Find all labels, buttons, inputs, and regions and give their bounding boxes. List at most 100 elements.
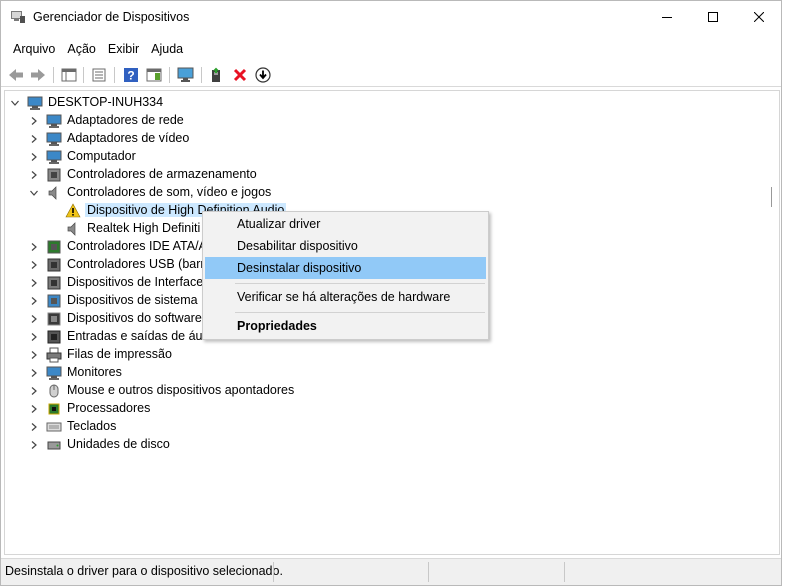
chevron-right-icon[interactable]: [29, 332, 39, 342]
tree-category-item[interactable]: Monitores: [5, 364, 775, 382]
action-pane-button[interactable]: [144, 66, 164, 84]
speaker-icon: [48, 186, 57, 200]
menu-properties[interactable]: Propriedades: [205, 315, 486, 337]
tree-item-label: Computador: [67, 149, 136, 163]
speaker-icon: [67, 222, 76, 236]
audio-io-icon: [47, 330, 61, 344]
chevron-right-icon[interactable]: [29, 134, 39, 144]
processor-icon: [48, 403, 60, 415]
chevron-right-icon[interactable]: [29, 314, 39, 324]
chevron-right-icon[interactable]: [29, 440, 39, 450]
tree-item-label: Entradas e saídas de áudio: [67, 329, 220, 343]
tree-category-item[interactable]: Processadores: [5, 400, 775, 418]
maximize-icon: [708, 12, 718, 22]
chevron-right-icon[interactable]: [29, 422, 39, 432]
tree-category-item[interactable]: Unidades de disco: [5, 436, 775, 454]
tree-item-label: Controladores USB (barra: [67, 257, 212, 271]
usb-icon: [47, 258, 61, 272]
update-driver-button[interactable]: [207, 66, 227, 84]
chevron-right-icon[interactable]: [29, 170, 39, 180]
maximize-button[interactable]: [690, 1, 736, 33]
forward-icon: [31, 69, 45, 81]
tree-category-item[interactable]: Controladores de som, vídeo e jogos: [5, 184, 775, 202]
tree-root[interactable]: DESKTOP-INUH334: [5, 94, 405, 112]
tree-item-label: Unidades de disco: [67, 437, 170, 451]
chevron-down-icon[interactable]: [29, 188, 39, 198]
enable-device-button[interactable]: [253, 66, 273, 84]
chevron-right-icon[interactable]: [29, 404, 39, 414]
tree-item-label: Mouse e outros dispositivos apontadores: [67, 383, 295, 397]
uninstall-device-button[interactable]: [230, 66, 250, 84]
back-button[interactable]: [6, 66, 26, 84]
back-icon: [9, 69, 23, 81]
chevron-right-icon[interactable]: [29, 368, 39, 378]
menu-ajuda[interactable]: Ajuda: [145, 39, 189, 61]
show-hide-console-tree-button[interactable]: [59, 66, 79, 84]
menu-disable-device[interactable]: Desabilitar dispositivo: [205, 235, 486, 257]
status-text: Desinstala o driver para o dispositivo s…: [5, 564, 283, 578]
scan-hardware-button[interactable]: [176, 66, 196, 84]
tree-category-item[interactable]: Computador: [5, 148, 775, 166]
computer-icon: [27, 96, 43, 110]
display-adapter-icon: [46, 132, 62, 146]
chevron-right-icon[interactable]: [29, 242, 39, 252]
close-icon: [754, 12, 764, 22]
menu-separator: [235, 312, 485, 313]
tree-item-label: Adaptadores de vídeo: [67, 131, 190, 145]
tree-item-label: Dispositivos de sistema: [67, 293, 198, 307]
forward-button[interactable]: [28, 66, 48, 84]
tree-category-item[interactable]: Controladores de armazenamento: [5, 166, 775, 184]
chevron-down-icon[interactable]: [10, 98, 20, 108]
close-button[interactable]: [736, 1, 782, 33]
menu-scan-hardware-changes[interactable]: Verificar se há alterações de hardware: [205, 286, 486, 308]
tree-category-item[interactable]: Filas de impressão: [5, 346, 775, 364]
warning-icon: [65, 203, 81, 218]
device-manager-app-icon: [11, 11, 25, 23]
printer-icon: [46, 347, 62, 363]
chevron-right-icon[interactable]: [29, 386, 39, 396]
list-view-button[interactable]: [89, 66, 109, 84]
list-icon: [92, 68, 106, 82]
minimize-button[interactable]: [644, 1, 690, 33]
monitor-icon: [177, 67, 194, 82]
context-menu: Atualizar driver Desabilitar dispositivo…: [202, 211, 489, 340]
tree-category-item[interactable]: Teclados: [5, 418, 775, 436]
title-bar[interactable]: Gerenciador de Dispositivos: [1, 1, 781, 33]
minimize-icon: [662, 17, 672, 18]
menu-update-driver[interactable]: Atualizar driver: [205, 213, 486, 235]
menu-uninstall-device[interactable]: Desinstalar dispositivo: [205, 257, 486, 279]
menu-acao[interactable]: Ação: [61, 39, 102, 61]
tree-item-label: Controladores IDE ATA/AT: [67, 239, 214, 253]
tree-item-label: Filas de impressão: [67, 347, 172, 361]
menu-separator: [235, 283, 485, 284]
help-button[interactable]: ?: [121, 66, 141, 84]
chevron-right-icon[interactable]: [29, 152, 39, 162]
tree-root-label: DESKTOP-INUH334: [48, 95, 164, 109]
chevron-right-icon[interactable]: [29, 116, 39, 126]
storage-controller-icon: [47, 168, 61, 182]
uninstall-icon: [233, 68, 247, 82]
tree-item-label: Realtek High Definiti: [87, 221, 201, 235]
svg-text:?: ?: [127, 69, 134, 83]
hid-icon: [47, 276, 61, 290]
chevron-right-icon[interactable]: [29, 296, 39, 306]
chevron-right-icon[interactable]: [29, 260, 39, 270]
tree-item-label: Dispositivos do software: [67, 311, 202, 325]
tree-category-item[interactable]: Adaptadores de vídeo: [5, 130, 775, 148]
tree-item-label: Adaptadores de rede: [67, 113, 184, 127]
mouse-icon: [49, 384, 59, 398]
tree-item-label: Controladores de som, vídeo e jogos: [67, 185, 272, 199]
tree-item-label: Processadores: [67, 401, 151, 415]
menu-exibir[interactable]: Exibir: [102, 39, 145, 61]
computer-icon: [46, 150, 62, 164]
network-adapter-icon: [46, 114, 62, 128]
tree-category-item[interactable]: Mouse e outros dispositivos apontadores: [5, 382, 775, 400]
scroll-edge: [771, 187, 777, 207]
action-pane-icon: [146, 68, 162, 82]
menu-arquivo[interactable]: Arquivo: [1, 39, 61, 61]
disk-drive-icon: [47, 441, 61, 450]
chevron-right-icon[interactable]: [29, 350, 39, 360]
tree-category-item[interactable]: Adaptadores de rede: [5, 112, 775, 130]
chevron-right-icon[interactable]: [29, 278, 39, 288]
ide-controller-icon: [47, 240, 61, 254]
